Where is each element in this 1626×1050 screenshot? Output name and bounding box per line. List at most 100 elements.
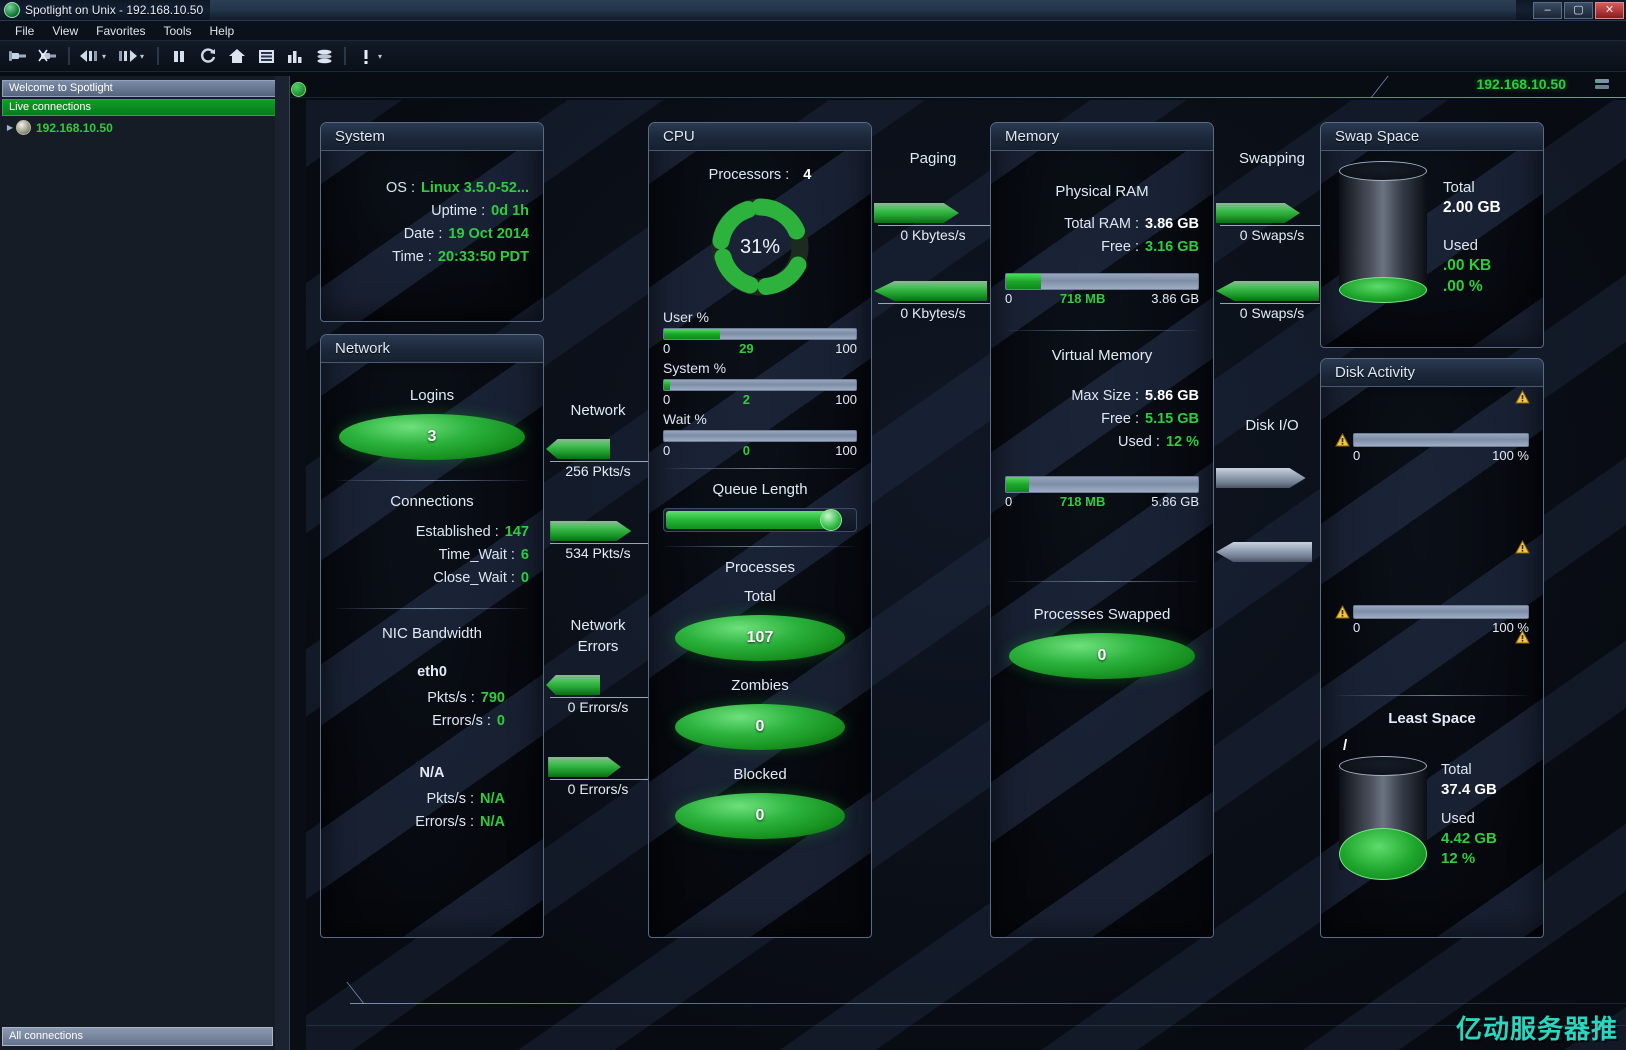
pause-icon[interactable]: [166, 44, 192, 68]
sidebar-status-bar[interactable]: All connections: [2, 1027, 273, 1046]
edge-warning-icon-3: [1515, 629, 1530, 649]
footer-rule-2: [306, 1025, 1626, 1026]
physical-ram-min: 0: [1005, 291, 1013, 306]
system-row-date: Date : 19 Oct 2014: [335, 226, 529, 242]
processes-swapped-gauge: 0: [1009, 633, 1195, 679]
warning-icon-2: [1335, 605, 1350, 619]
system-row-os: OS : Linux 3.5.0-52...: [335, 180, 529, 196]
disk-io-in: [1216, 462, 1328, 522]
processes-swapped-label: Processes Swapped: [1033, 606, 1171, 623]
network-errors-in-track: [546, 675, 650, 695]
nic1-errors-value: N/A: [480, 814, 505, 830]
chart-icon[interactable]: [282, 44, 308, 68]
physical-ram-fill: [1006, 274, 1041, 289]
network-flow-title: Network: [570, 402, 626, 419]
sidebar-scrollbar[interactable]: [275, 76, 289, 1050]
window-title: Spotlight on Unix - 192.168.10.50: [25, 3, 204, 17]
network-errors-out-rule: [550, 779, 650, 780]
menu-help[interactable]: Help: [201, 23, 244, 39]
refresh-icon[interactable]: [195, 44, 221, 68]
close-button[interactable]: ✕: [1595, 2, 1624, 19]
virtual-memory-max: 5.86 GB: [1151, 494, 1199, 509]
alarm-icon[interactable]: [353, 44, 379, 68]
closewait-label: Close_Wait :: [433, 570, 515, 586]
memory-total-value: 3.86 GB: [1145, 216, 1199, 232]
window-controls[interactable]: – ▢ ✕: [1533, 2, 1624, 19]
cpu-user-cur: 29: [739, 341, 754, 356]
minimize-button[interactable]: –: [1533, 2, 1562, 19]
network-divider-1: [337, 480, 527, 481]
menu-file[interactable]: File: [6, 23, 43, 39]
virtual-memory-min: 0: [1005, 494, 1013, 509]
memory-total-label: Total RAM :: [1064, 216, 1139, 232]
system-os-label: OS :: [385, 180, 415, 196]
sidebar-item-live-connections[interactable]: Live connections: [2, 99, 287, 116]
physical-ram-cur: 718 MB: [1059, 291, 1106, 306]
swap-total-value: 2.00 GB: [1443, 199, 1501, 216]
vm-free-value: 5.15 GB: [1145, 411, 1199, 427]
least-space-label: Least Space: [1388, 710, 1476, 727]
database-icon[interactable]: [311, 44, 337, 68]
cpu-system-max: 100: [835, 392, 857, 407]
logins-label: Logins: [409, 387, 455, 404]
toolbar-separator-3: [344, 47, 346, 65]
cpu-dial-value: 31%: [739, 235, 781, 258]
network-errors-out-arrow: [548, 757, 621, 777]
swapping-in: 0 Swaps/s: [1216, 197, 1328, 257]
menu-favorites[interactable]: Favorites: [87, 23, 154, 39]
least-space-used-pct: 12 %: [1441, 850, 1476, 867]
panel-memory-title: Memory: [991, 123, 1213, 151]
disk-io-flow-column: Disk I/O: [1216, 415, 1328, 596]
sidebar-item-connection-node[interactable]: ▶ 192.168.10.50: [2, 118, 287, 137]
menu-tools[interactable]: Tools: [155, 23, 201, 39]
least-space-cylinder: [1339, 756, 1427, 880]
cpu-dial: 31%: [663, 191, 857, 303]
dashboard-footer: [306, 978, 1626, 1050]
system-row-uptime: Uptime : 0d 1h: [335, 203, 529, 219]
cpu-wait-scale: 0 0 100: [663, 443, 857, 460]
cpu-system-min: 0: [663, 392, 671, 407]
home-icon[interactable]: [224, 44, 250, 68]
nic0-row-pkts: Pkts/s : 790: [335, 690, 505, 706]
processes-zombies-gauge: 0: [675, 704, 845, 750]
paging-in-rule: [878, 225, 992, 226]
menu-view[interactable]: View: [43, 23, 87, 39]
disk-meter-2-wrap: 0 100 %: [1335, 605, 1529, 637]
forward-dropdown-icon[interactable]: ▾: [140, 52, 150, 61]
sidebar-item-welcome[interactable]: Welcome to Spotlight: [2, 80, 287, 97]
nic0-pkts-value: 790: [480, 690, 505, 706]
cpu-user-scale: 0 29 100: [663, 341, 857, 358]
back-dropdown-icon[interactable]: ▾: [102, 52, 112, 61]
least-space-total-label: Total: [1441, 762, 1472, 778]
disk-io-out-track: [1216, 542, 1328, 562]
grid-icon[interactable]: [253, 44, 279, 68]
expander-icon[interactable]: ▶: [4, 123, 16, 132]
network-errors-title-2: Errors: [577, 638, 619, 655]
maximize-button[interactable]: ▢: [1564, 2, 1593, 19]
banner-server-icon: [1594, 77, 1612, 95]
alarm-dropdown-icon[interactable]: ▾: [378, 52, 388, 61]
virtual-memory-cur: 718 MB: [1059, 494, 1106, 509]
title-bar: Spotlight on Unix - 192.168.10.50 – ▢ ✕: [0, 0, 1626, 21]
timewait-value: 6: [520, 547, 529, 563]
disk-io-in-track: [1216, 468, 1328, 488]
memory-free-label: Free :: [1101, 239, 1139, 255]
queue-length-knob: [820, 509, 843, 531]
network-errors-out: 0 Errors/s: [546, 751, 650, 811]
connect-icon[interactable]: [6, 44, 32, 68]
network-errors-in: 0 Errors/s: [546, 669, 650, 729]
back-icon[interactable]: [77, 44, 103, 68]
physical-ram-label: Physical RAM: [1055, 183, 1149, 200]
sidebar-collapse-icon[interactable]: [291, 82, 306, 97]
disconnect-icon[interactable]: [35, 44, 61, 68]
panel-disk-activity: Disk Activity 0 100 % 0 100 % Least Spac…: [1320, 358, 1544, 938]
panel-system-title: System: [321, 123, 543, 151]
cpu-user-meter: [663, 328, 857, 340]
network-flow-in-value: 256 Pkts/s: [565, 463, 631, 479]
toolbar-separator-2: [157, 47, 159, 65]
cpu-user-min: 0: [663, 341, 671, 356]
virtual-memory-scale: 0 718 MB 5.86 GB: [1005, 494, 1199, 511]
connections-row-timewait: Time_Wait : 6: [335, 547, 529, 563]
forward-icon[interactable]: [115, 44, 141, 68]
paging-in: 0 Kbytes/s: [874, 197, 992, 257]
